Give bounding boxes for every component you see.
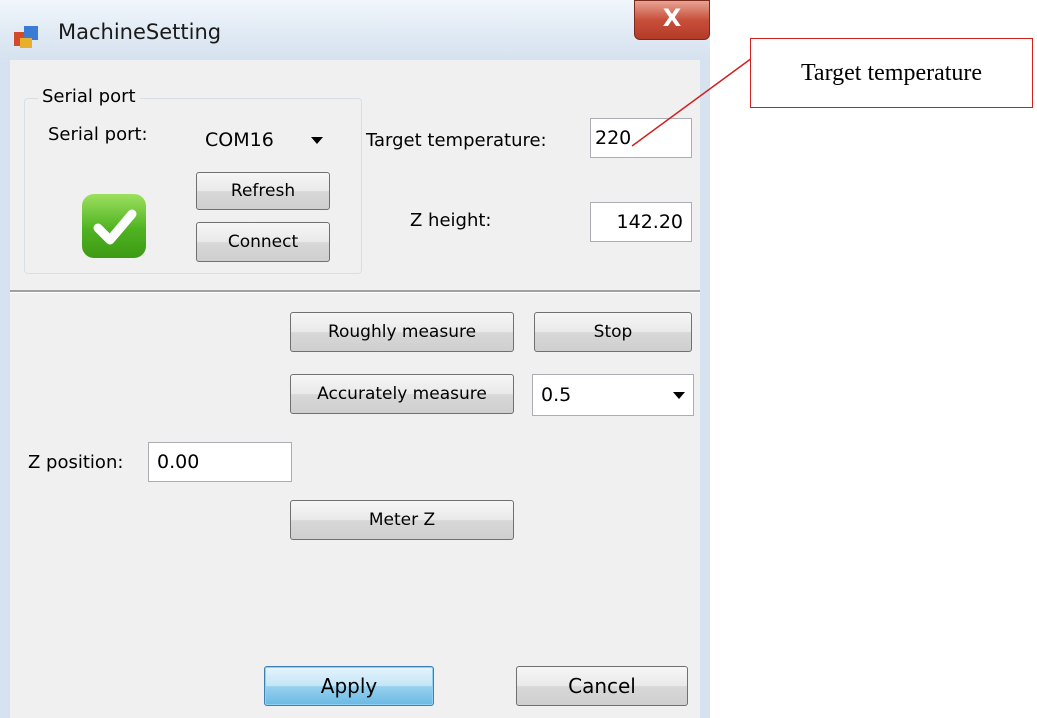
window-frame-right <box>700 60 710 718</box>
z-position-label: Z position: <box>28 452 124 473</box>
z-position-input[interactable]: 0.00 <box>148 442 292 482</box>
serial-port-label: Serial port: <box>48 124 148 145</box>
cancel-button[interactable]: Cancel <box>516 666 688 706</box>
close-icon: X <box>662 4 682 32</box>
refresh-button[interactable]: Refresh <box>196 172 330 210</box>
serial-port-group-legend: Serial port <box>38 86 140 107</box>
roughly-measure-button[interactable]: Roughly measure <box>290 312 514 352</box>
chevron-down-icon <box>673 392 685 399</box>
annotation-text: Target temperature <box>800 59 983 86</box>
apply-button[interactable]: Apply <box>264 666 434 706</box>
target-temperature-input[interactable]: 220 <box>590 118 692 158</box>
serial-port-value: COM16 <box>205 129 274 151</box>
meter-z-button[interactable]: Meter Z <box>290 500 514 540</box>
step-value: 0.5 <box>541 384 572 406</box>
target-temperature-label: Target temperature: <box>366 130 547 151</box>
step-select[interactable]: 0.5 <box>532 374 694 416</box>
app-icon <box>14 26 38 48</box>
window-frame-left <box>0 60 10 718</box>
separator <box>10 290 700 293</box>
z-height-input[interactable]: 142.20 <box>590 202 692 242</box>
stop-button[interactable]: Stop <box>534 312 692 352</box>
chevron-down-icon <box>311 137 323 144</box>
check-icon <box>82 194 146 258</box>
accurately-measure-button[interactable]: Accurately measure <box>290 374 514 414</box>
close-button[interactable]: X <box>634 0 710 40</box>
connect-button[interactable]: Connect <box>196 222 330 262</box>
window-title: MachineSetting <box>58 20 222 44</box>
serial-port-select[interactable]: COM16 <box>196 120 332 160</box>
annotation-box: Target temperature <box>750 38 1033 108</box>
z-height-label: Z height: <box>410 210 492 231</box>
